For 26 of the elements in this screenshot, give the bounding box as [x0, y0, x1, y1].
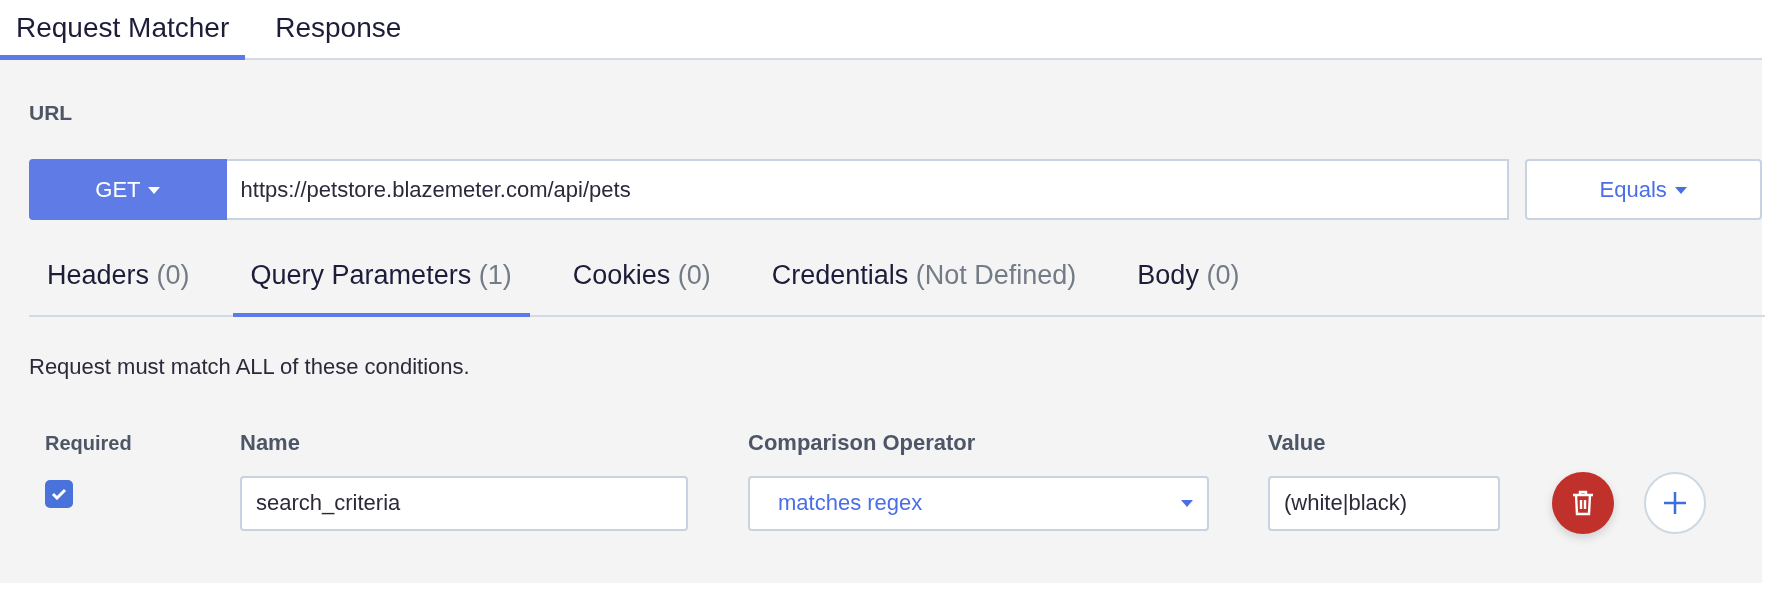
section-tab[interactable]: Headers (0): [29, 237, 208, 317]
column-header: Name: [240, 430, 301, 456]
value-field[interactable]: (white|black): [1268, 475, 1500, 531]
delete-button[interactable]: [1552, 472, 1614, 534]
name-field[interactable]: search_criteria: [240, 475, 688, 531]
section-tab[interactable]: Body (0): [1119, 237, 1258, 317]
tab[interactable]: Response: [259, 0, 418, 60]
url-field[interactable]: https://petstore.blazemeter.com/api/pets: [226, 159, 1509, 220]
conditions-note: Request must match ALL of these conditions.: [29, 354, 471, 380]
column-header: Comparison Operator: [748, 430, 977, 456]
url-label: URL: [29, 100, 73, 126]
column-header: Required: [44, 431, 133, 455]
section-tab[interactable]: Credentials (Not Defined): [753, 237, 1095, 317]
check-icon: [51, 488, 67, 500]
caret-icon: [148, 187, 161, 195]
plus-icon: [1663, 491, 1687, 515]
match-dropdown[interactable]: Equals: [1524, 159, 1762, 220]
method-dropdown[interactable]: GET: [29, 159, 227, 220]
trash-icon: [1572, 490, 1594, 516]
section-tab[interactable]: Cookies (0): [554, 237, 729, 317]
section-tab[interactable]: Query Parameters (1): [232, 237, 530, 317]
caret-icon: [1181, 499, 1193, 507]
required-checkbox[interactable]: [45, 480, 73, 508]
caret-icon: [1674, 187, 1687, 195]
operator-dropdown[interactable]: matches regex: [748, 475, 1209, 531]
column-header: Value: [1268, 430, 1327, 456]
